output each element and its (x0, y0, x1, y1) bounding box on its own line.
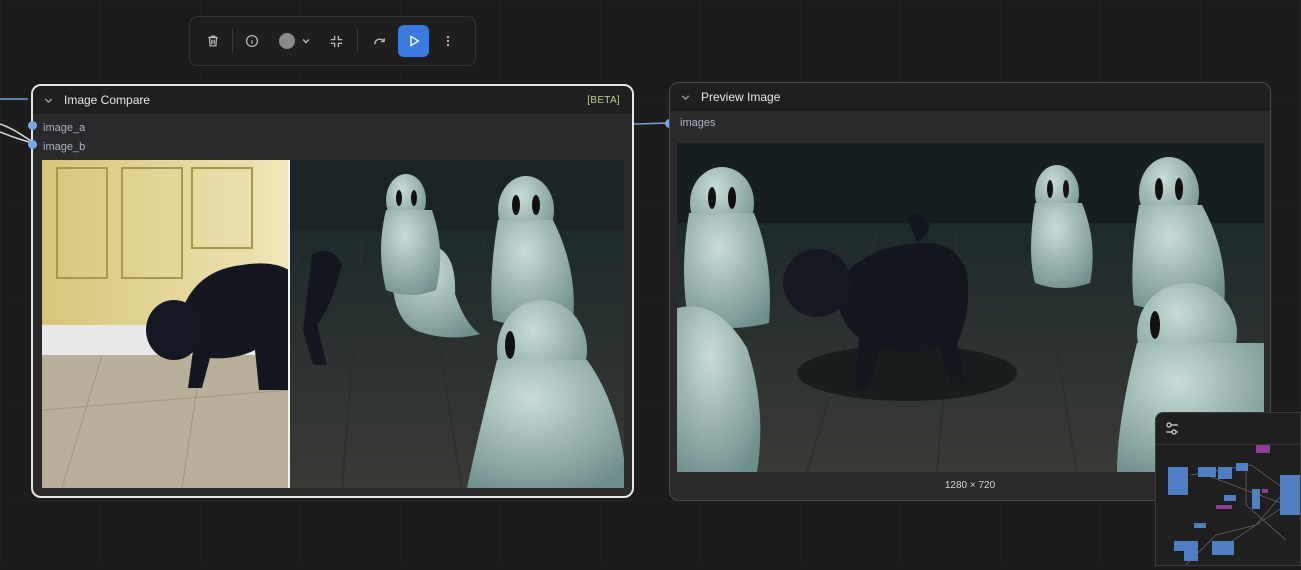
chevron-down-icon (302, 39, 310, 44)
slot-label: image_a (43, 121, 86, 134)
chevron-down-icon[interactable] (43, 95, 54, 106)
minimap[interactable] (1155, 412, 1301, 566)
minimap-header (1156, 413, 1300, 445)
node-title: Image Compare (64, 93, 151, 107)
input-slot-image-a[interactable]: image_a (33, 118, 632, 137)
play-icon[interactable] (398, 25, 429, 57)
link-compare-to-preview (633, 122, 670, 125)
image-compare-node[interactable]: Image Compare [BETA] image_a image_b (31, 84, 634, 498)
beta-badge: [BETA] (587, 94, 620, 106)
color-dot-icon (279, 33, 295, 49)
more-vertical-icon[interactable] (433, 25, 463, 57)
color-picker-button[interactable] (271, 25, 319, 57)
slot-label: image_b (43, 140, 86, 153)
input-slot-image-b[interactable]: image_b (33, 137, 632, 156)
toolbar-divider (232, 29, 233, 53)
minimap-graph (1168, 445, 1300, 566)
trash-icon[interactable] (200, 25, 226, 57)
input-dot-image-b[interactable] (28, 140, 37, 149)
node-title: Preview Image (701, 90, 781, 104)
input-dot-image-a[interactable] (28, 121, 37, 130)
settings-sliders-icon[interactable] (1164, 421, 1180, 437)
minimize-icon[interactable] (321, 25, 351, 57)
input-slot-images[interactable]: images (670, 113, 1270, 132)
chevron-down-icon[interactable] (680, 92, 691, 103)
node-header[interactable]: Preview Image (670, 83, 1270, 111)
node-toolbar (189, 16, 476, 66)
compare-image-viewer[interactable] (42, 160, 624, 488)
redo-icon[interactable] (364, 25, 394, 57)
toolbar-divider (357, 29, 358, 53)
slot-label: images (680, 116, 716, 129)
node-header[interactable]: Image Compare [BETA] (33, 86, 632, 114)
info-icon[interactable] (239, 25, 265, 57)
